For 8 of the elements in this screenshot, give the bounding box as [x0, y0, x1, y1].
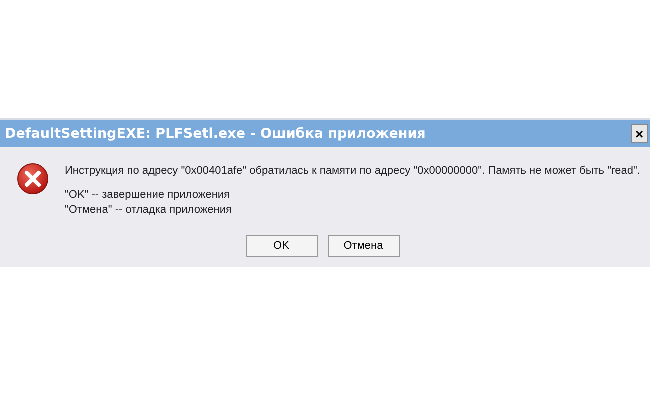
window-title: DefaultSettingEXE: PLFSetl.exe - Ошибка приложения — [5, 126, 426, 142]
cancel-button[interactable]: Отмена — [328, 235, 400, 257]
error-message: Инструкция по адресу "0x00401afe" обратилась к памяти по адресу "0x00000000". Память не может быть "read". — [65, 165, 640, 177]
option-note: "Отмена" -- отладка приложения — [65, 203, 233, 218]
ok-button[interactable]: OK — [246, 235, 318, 257]
close-button[interactable]: × — [631, 124, 648, 143]
error-icon — [17, 163, 49, 195]
option-note: "OK" -- завершение приложения — [65, 188, 231, 203]
